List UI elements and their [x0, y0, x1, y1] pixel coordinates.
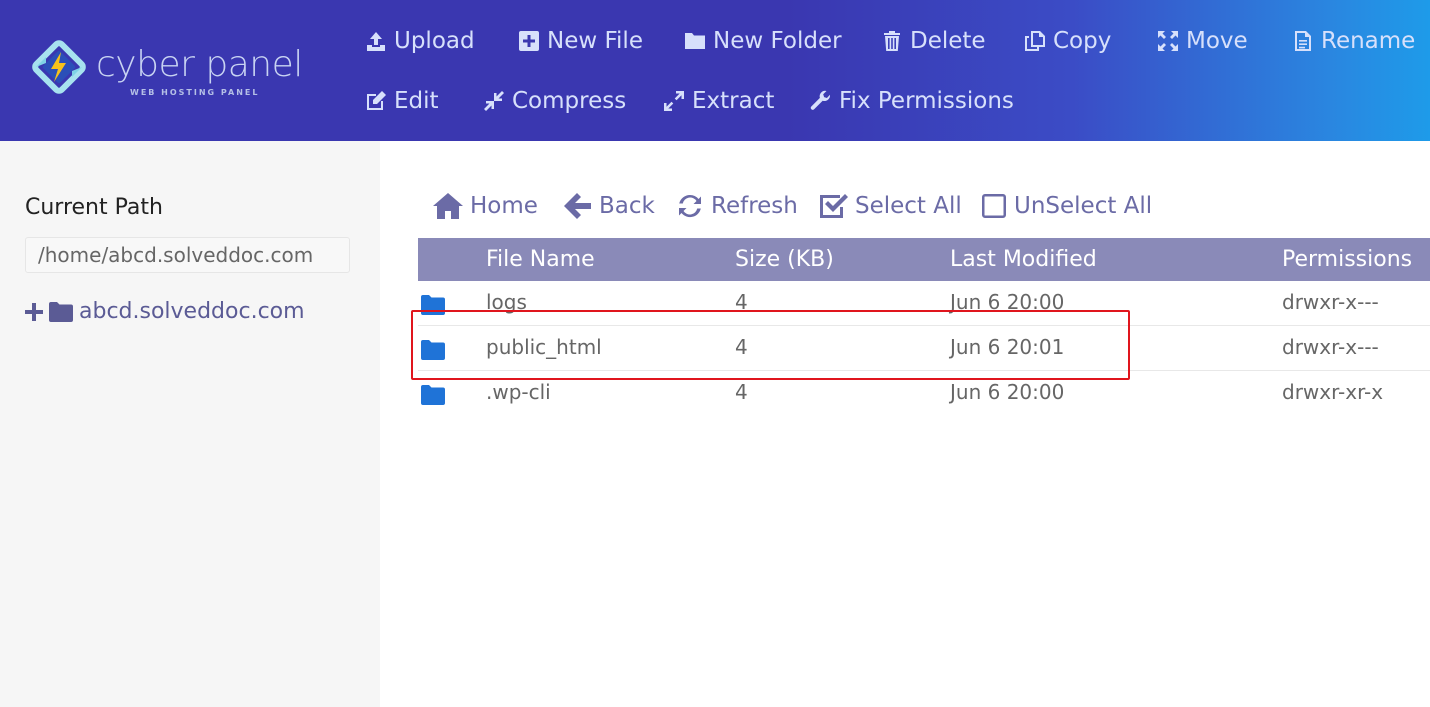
file-modified: Jun 6 20:00 — [950, 380, 1065, 404]
sidebar: Current Path abcd.solveddoc.com — [0, 141, 380, 707]
new-folder-label: New Folder — [713, 28, 842, 54]
edit-button[interactable]: Edit — [364, 81, 439, 121]
refresh-button[interactable]: Refresh — [676, 186, 798, 226]
back-button[interactable]: Back — [564, 186, 655, 226]
move-button[interactable]: Move — [1156, 21, 1248, 61]
rename-label: Rename — [1321, 28, 1416, 54]
edit-icon — [367, 91, 386, 110]
tree-item-root[interactable]: abcd.solveddoc.com — [25, 299, 305, 324]
folder-icon — [49, 301, 73, 322]
extract-label: Extract — [692, 88, 775, 114]
expand-icon — [664, 91, 684, 111]
brand-tagline: WEB HOSTING PANEL — [130, 88, 260, 97]
copy-label: Copy — [1053, 28, 1112, 54]
upload-button[interactable]: Upload — [364, 21, 475, 61]
copy-button[interactable]: Copy — [1023, 21, 1111, 61]
fix-permissions-button[interactable]: Fix Permissions — [809, 81, 1014, 121]
plus-square-icon — [519, 31, 539, 51]
wrench-icon — [810, 90, 830, 110]
file-size: 4 — [735, 290, 748, 314]
file-name[interactable]: .wp-cli — [486, 380, 551, 404]
file-name[interactable]: public_html — [486, 335, 602, 359]
refresh-icon — [679, 194, 701, 218]
folder-icon — [685, 33, 705, 49]
file-permissions: drwxr-x--- — [1282, 290, 1379, 314]
home-icon — [433, 193, 463, 219]
folder-icon — [421, 295, 445, 315]
tree-item-label: abcd.solveddoc.com — [79, 299, 305, 324]
move-arrows-icon — [1158, 31, 1178, 51]
brand-name: cyber panel — [96, 44, 303, 85]
edit-label: Edit — [394, 88, 439, 114]
checked-box-icon — [820, 194, 848, 218]
arrow-left-icon — [564, 193, 591, 219]
rename-button[interactable]: Rename — [1291, 21, 1415, 61]
refresh-label: Refresh — [711, 193, 798, 219]
file-permissions: drwxr-x--- — [1282, 335, 1379, 359]
upload-label: Upload — [394, 28, 475, 54]
compress-icon — [484, 91, 504, 111]
select-all-label: Select All — [855, 193, 962, 219]
compress-label: Compress — [512, 88, 627, 114]
current-path-title: Current Path — [25, 195, 163, 220]
file-size: 4 — [735, 335, 748, 359]
logo-mark-icon — [32, 40, 86, 94]
table-row[interactable]: logs 4 Jun 6 20:00 drwxr-x--- — [418, 281, 1430, 326]
home-label: Home — [470, 193, 538, 219]
plus-icon[interactable] — [25, 302, 43, 321]
delete-button[interactable]: Delete — [880, 21, 986, 61]
new-file-button[interactable]: New File — [517, 21, 643, 61]
file-table-header: File Name Size (KB) Last Modified Permis… — [418, 238, 1430, 281]
unselect-all-button[interactable]: UnSelect All — [981, 186, 1152, 226]
file-permissions: drwxr-xr-x — [1282, 380, 1384, 404]
delete-label: Delete — [910, 28, 986, 54]
back-label: Back — [599, 193, 655, 219]
folder-icon — [421, 340, 445, 360]
top-header: cyber panel WEB HOSTING PANEL Upload New… — [0, 0, 1430, 141]
file-text-icon — [1295, 31, 1311, 51]
upload-icon — [367, 32, 385, 51]
column-header-size[interactable]: Size (KB) — [735, 247, 834, 272]
column-header-modified[interactable]: Last Modified — [950, 247, 1097, 272]
column-header-permissions[interactable]: Permissions — [1282, 247, 1412, 272]
table-row[interactable]: public_html 4 Jun 6 20:01 drwxr-x--- — [418, 326, 1430, 371]
trash-icon — [884, 31, 900, 51]
home-button[interactable]: Home — [433, 186, 538, 226]
column-header-name[interactable]: File Name — [486, 247, 595, 272]
select-all-button[interactable]: Select All — [818, 186, 962, 226]
copy-icon — [1025, 31, 1045, 51]
table-row[interactable]: .wp-cli 4 Jun 6 20:00 drwxr-xr-x — [418, 371, 1430, 416]
file-modified: Jun 6 20:00 — [950, 290, 1065, 314]
unselect-all-label: UnSelect All — [1014, 193, 1153, 219]
new-file-label: New File — [547, 28, 643, 54]
file-size: 4 — [735, 380, 748, 404]
fix-permissions-label: Fix Permissions — [839, 88, 1014, 114]
extract-button[interactable]: Extract — [662, 81, 774, 121]
file-name[interactable]: logs — [486, 290, 527, 314]
compress-button[interactable]: Compress — [482, 81, 626, 121]
move-label: Move — [1186, 28, 1248, 54]
empty-box-icon — [982, 194, 1006, 218]
cyberpanel-logo[interactable]: cyber panel WEB HOSTING PANEL — [28, 36, 308, 106]
folder-icon — [421, 385, 445, 405]
file-modified: Jun 6 20:01 — [950, 335, 1065, 359]
current-path-input[interactable] — [25, 237, 350, 273]
new-folder-button[interactable]: New Folder — [683, 21, 842, 61]
